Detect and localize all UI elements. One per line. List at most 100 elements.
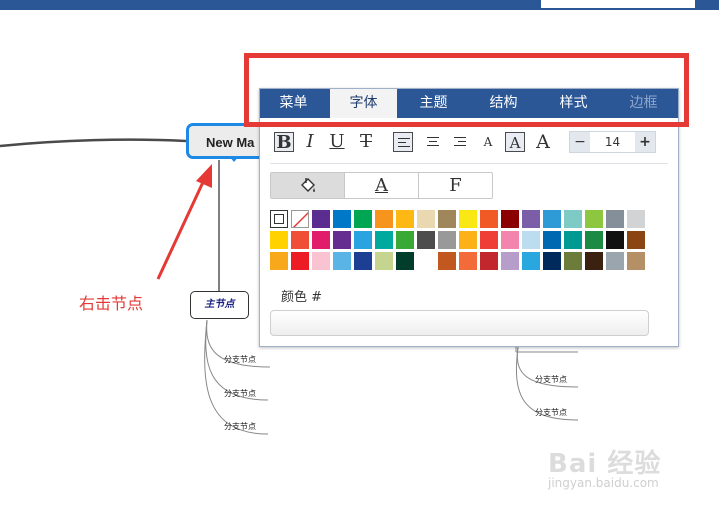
font-large-button[interactable]: A (533, 132, 553, 152)
color-swatch[interactable] (438, 231, 456, 249)
align-left-button[interactable] (393, 132, 413, 152)
color-swatch[interactable] (459, 210, 477, 228)
color-swatch[interactable] (438, 210, 456, 228)
color-swatch[interactable] (270, 252, 288, 270)
color-swatch[interactable] (564, 252, 582, 270)
color-swatch[interactable] (375, 252, 393, 270)
fill-color-mode-button[interactable] (271, 173, 345, 198)
font-small-button[interactable]: A (478, 132, 498, 152)
font-medium-button[interactable]: A (505, 132, 525, 152)
panel-tabs: 菜单 字体 主题 结构 样式 边框 (260, 89, 678, 118)
color-swatch[interactable] (543, 210, 561, 228)
baidu-watermark-url: jingyan.baidu.com (548, 476, 659, 490)
bold-button[interactable]: B (274, 132, 294, 153)
annotation-arrow (156, 179, 206, 280)
color-swatch[interactable] (585, 210, 603, 228)
color-hex-input[interactable] (270, 310, 649, 336)
tab-style[interactable]: 样式 (540, 89, 607, 118)
color-swatch[interactable] (564, 210, 582, 228)
underline-button[interactable]: U (327, 132, 347, 152)
color-swatch[interactable] (333, 210, 351, 228)
color-swatch[interactable] (627, 210, 645, 228)
main-node[interactable]: 主节点 (190, 291, 249, 319)
color-swatch[interactable] (501, 252, 519, 270)
font-size-value[interactable]: 14 (590, 132, 635, 152)
connector-line (0, 138, 187, 148)
color-swatch[interactable] (312, 210, 330, 228)
color-swatch[interactable] (522, 252, 540, 270)
tab-menu[interactable]: 菜单 (260, 89, 327, 118)
color-swatch[interactable] (627, 231, 645, 249)
color-swatch[interactable] (375, 231, 393, 249)
tab-border[interactable]: 边框 (610, 89, 677, 118)
paint-bucket-icon (300, 178, 315, 192)
align-center-button[interactable] (423, 132, 443, 152)
color-swatch[interactable] (585, 231, 603, 249)
color-swatch[interactable] (543, 252, 561, 270)
toolbar-divider (270, 163, 668, 164)
font-size-stepper: − 14 + (569, 131, 656, 153)
strikethrough-button[interactable]: T (356, 132, 376, 152)
baidu-watermark-logo: Bai 经验 (548, 449, 662, 479)
color-swatch[interactable] (333, 231, 351, 249)
color-swatch[interactable] (459, 231, 477, 249)
color-swatch[interactable] (417, 231, 435, 249)
color-swatch[interactable] (501, 210, 519, 228)
italic-button[interactable]: I (300, 132, 320, 152)
color-swatch[interactable] (585, 252, 603, 270)
color-swatch[interactable] (270, 231, 288, 249)
color-swatch[interactable] (396, 210, 414, 228)
color-swatch[interactable] (627, 252, 645, 270)
color-swatch[interactable] (606, 210, 624, 228)
branch-node-1[interactable]: 分支节点 (224, 354, 256, 365)
color-swatch[interactable] (480, 231, 498, 249)
color-swatch[interactable] (312, 252, 330, 270)
color-swatch[interactable] (606, 252, 624, 270)
tab-structure[interactable]: 结构 (470, 89, 537, 118)
swatch-no-color[interactable] (291, 210, 309, 228)
color-swatch[interactable] (501, 231, 519, 249)
color-swatch[interactable] (564, 231, 582, 249)
annotation-arrowhead (196, 164, 212, 188)
color-swatch[interactable] (522, 231, 540, 249)
branch-node-3[interactable]: 分支节点 (224, 421, 256, 432)
branch-node-4[interactable]: 分支节点 (535, 374, 567, 385)
align-right-icon (454, 136, 466, 148)
color-swatch[interactable] (354, 210, 372, 228)
font-size-increase-button[interactable]: + (635, 132, 655, 152)
color-swatch[interactable] (417, 252, 435, 270)
main-node-label: 主节点 (204, 299, 235, 310)
color-swatch[interactable] (522, 210, 540, 228)
font-family-mode-button[interactable]: F (419, 173, 492, 198)
color-swatch[interactable] (480, 210, 498, 228)
color-swatch[interactable] (291, 231, 309, 249)
font-size-decrease-button[interactable]: − (570, 132, 590, 152)
color-swatch[interactable] (396, 231, 414, 249)
color-swatch[interactable] (543, 231, 561, 249)
align-left-icon (398, 137, 410, 149)
color-swatch[interactable] (480, 252, 498, 270)
color-swatch[interactable] (375, 210, 393, 228)
font-toolbar: B I U T A A A − 14 + (260, 129, 678, 155)
tab-font[interactable]: 字体 (330, 89, 397, 118)
tab-theme[interactable]: 主题 (400, 89, 467, 118)
color-swatch[interactable] (459, 252, 477, 270)
root-node-label: New Ma (206, 135, 255, 150)
text-color-mode-button[interactable]: A (345, 173, 419, 198)
color-swatch[interactable] (417, 210, 435, 228)
color-swatch[interactable] (312, 231, 330, 249)
color-swatch[interactable] (291, 252, 309, 270)
branch-node-5[interactable]: 分支节点 (535, 407, 567, 418)
color-swatch[interactable] (438, 252, 456, 270)
align-right-button[interactable] (450, 132, 470, 152)
align-center-icon (427, 136, 439, 148)
color-swatch[interactable] (333, 252, 351, 270)
swatch-white-selected[interactable] (270, 210, 288, 228)
color-swatch[interactable] (606, 231, 624, 249)
color-swatch[interactable] (354, 252, 372, 270)
color-hex-label: 颜色 # (281, 290, 323, 305)
color-swatch[interactable] (354, 231, 372, 249)
branch-node-2[interactable]: 分支节点 (224, 388, 256, 399)
color-swatch[interactable] (396, 252, 414, 270)
style-panel: 菜单 字体 主题 结构 样式 边框 B I U T A A A − 14 + A… (259, 88, 679, 347)
